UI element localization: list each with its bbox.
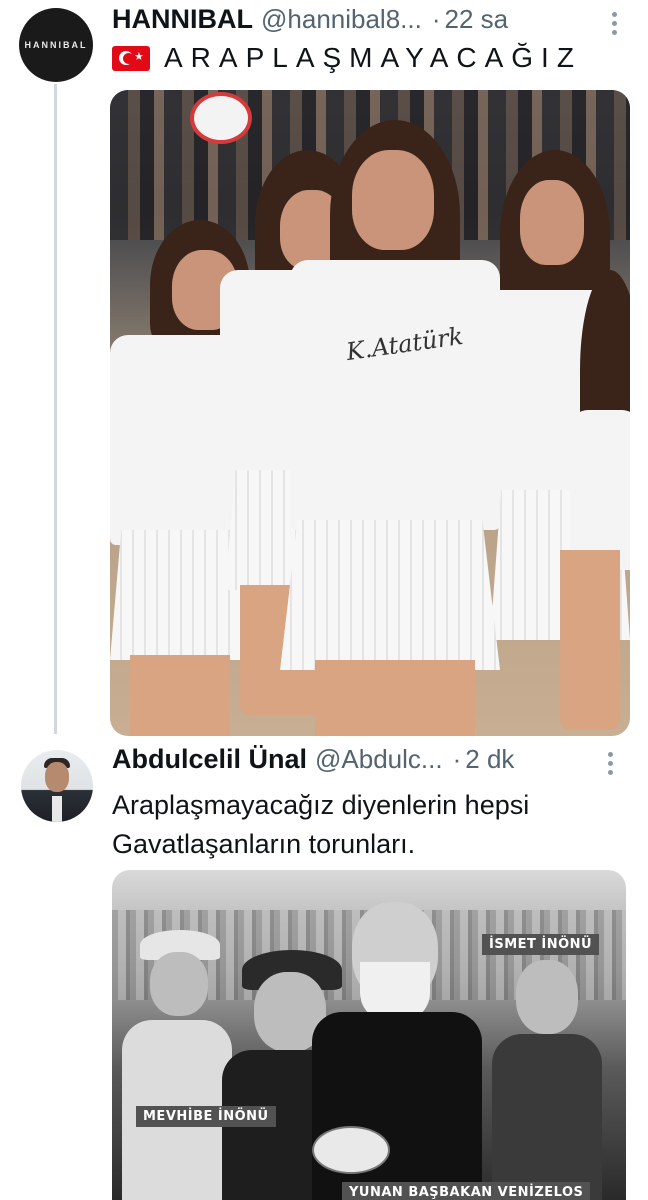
tweet-text-line: Gavatlaşanların torunları. <box>112 829 416 859</box>
tweet-header: Abdulcelil Ünal @Abdulc... · 2 dk <box>112 744 514 775</box>
tweet-text-line: Araplaşmayacağız diyenlerin hepsi <box>112 790 530 820</box>
caption-mevhibe-inonu: MEVHİBE İNÖNÜ <box>136 1106 276 1127</box>
tweet-text: Araplaşmayacağız diyenlerin hepsi Gavatl… <box>112 786 612 864</box>
caption-ismet-inonu: İSMET İNÖNÜ <box>482 934 600 955</box>
tweet-body: ARAPLAŞMAYACAĞIZ <box>164 42 582 73</box>
tweet-timestamp[interactable]: 2 dk <box>465 744 514 775</box>
separator-dot: · <box>431 4 441 34</box>
display-name[interactable]: HANNIBAL <box>112 4 253 35</box>
tweet-media-photo[interactable]: K.Atatürk <box>110 90 630 736</box>
tweet-media-photo[interactable]: İSMET İNÖNÜ MEVHİBE İNÖNÜ YUNAN BAŞBAKAN… <box>112 870 626 1200</box>
user-handle[interactable]: @hannibal8... <box>261 4 422 35</box>
turkey-flag-icon: ★ <box>112 45 150 71</box>
more-options-icon[interactable] <box>610 12 618 35</box>
thread-line <box>54 84 57 734</box>
user-handle[interactable]: @Abdulc... <box>315 744 443 775</box>
avatar-logo-text: HANNIBAL <box>24 40 88 50</box>
hat-in-hand <box>312 1126 390 1174</box>
tweet-timestamp[interactable]: 22 sa <box>445 4 509 35</box>
separator-dot: · <box>452 744 462 774</box>
avatar-abdulcelil[interactable] <box>21 750 93 822</box>
tweet-header: HANNIBAL @hannibal8... · 22 sa <box>112 4 508 35</box>
tweet-text: ★ ARAPLAŞMAYACAĞIZ <box>112 42 582 74</box>
display-name[interactable]: Abdulcelil Ünal <box>112 744 307 775</box>
caption-venizelos: YUNAN BAŞBAKAN VENİZELOS <box>342 1182 591 1200</box>
more-options-icon[interactable] <box>606 752 614 775</box>
avatar-hannibal[interactable]: HANNIBAL <box>19 8 93 82</box>
